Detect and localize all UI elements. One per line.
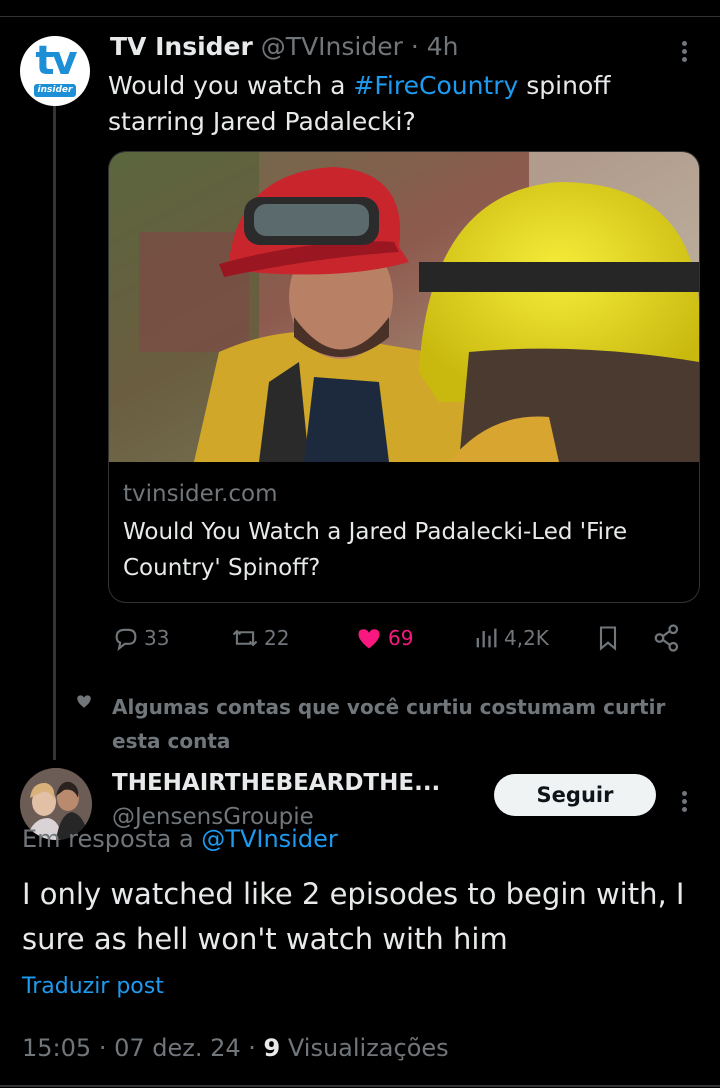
card-domain: tvinsider.com: [123, 481, 278, 507]
reply-count: 33: [144, 626, 170, 650]
reply-author-name[interactable]: THEHAIRTHEBEARDTHE...: [112, 766, 440, 800]
bookmark-icon: [599, 626, 617, 651]
thread-connector-line: [53, 100, 56, 760]
translate-post-link[interactable]: Traduzir post: [22, 970, 164, 1004]
repost-count: 22: [264, 626, 290, 650]
post-date[interactable]: 07 dez. 24: [114, 1034, 241, 1062]
like-count: 69: [388, 626, 414, 650]
avatar-logo-text: tv: [35, 38, 77, 84]
reply-button[interactable]: 33: [112, 620, 169, 656]
post-time[interactable]: 15:05: [22, 1034, 91, 1062]
firefighter-photo: [109, 152, 699, 462]
author-name[interactable]: TV Insider: [110, 32, 253, 61]
share-button[interactable]: [652, 620, 686, 656]
analytics-icon: [476, 628, 497, 648]
author-handle[interactable]: @TVInsider: [261, 32, 403, 61]
hashtag-link[interactable]: #FireCountry: [353, 71, 518, 100]
heart-small-icon: [77, 695, 91, 708]
top-divider: [0, 16, 720, 17]
views-button[interactable]: 4,2K: [472, 620, 549, 656]
reply-icon: [115, 628, 137, 652]
avatar-logo-subtext: insider: [34, 84, 76, 97]
original-more-options-icon[interactable]: [679, 38, 689, 65]
repost-icon: [232, 629, 258, 647]
reply-more-options-icon[interactable]: [679, 788, 689, 815]
follow-button[interactable]: Seguir: [494, 774, 656, 816]
share-icon: [654, 624, 679, 652]
like-button[interactable]: 69: [354, 620, 413, 656]
original-tweet-text: Would you watch a #FireCountry spinoff s…: [108, 68, 668, 140]
reply-text: I only watched like 2 episodes to begin …: [22, 877, 685, 956]
header-separator: ·: [402, 32, 427, 61]
repost-button[interactable]: 22: [230, 620, 289, 656]
card-image[interactable]: [109, 152, 699, 462]
replying-to-prefix: Em resposta a: [22, 825, 202, 853]
original-tweet-header: TV Insider @TVInsider · 4h: [110, 30, 459, 64]
tvinsider-avatar[interactable]: tv insider: [20, 36, 90, 106]
bookmark-button[interactable]: [594, 620, 626, 656]
bottom-divider: [0, 1085, 720, 1087]
tweet-action-bar: 33 22 69 4,2K: [108, 620, 698, 656]
post-timestamp: 15:05 · 07 dez. 24 · 9 Visualizações: [22, 1034, 449, 1062]
link-preview-card[interactable]: tvinsider.com Would You Watch a Jared Pa…: [108, 151, 700, 603]
card-title: Would You Watch a Jared Padalecki-Led 'F…: [123, 519, 628, 581]
liked-accounts-note: Algumas contas que você curtiu costumam …: [112, 695, 666, 753]
tweet-text-part: Would you watch a: [108, 71, 354, 100]
post-views-count: 9: [263, 1034, 281, 1062]
replying-to-link[interactable]: @TVInsider: [201, 825, 337, 853]
replying-to-line: Em resposta a @TVInsider: [22, 822, 338, 856]
views-count: 4,2K: [504, 626, 549, 650]
heart-filled-icon: [358, 629, 380, 649]
tweet-time-ago[interactable]: 4h: [427, 32, 459, 61]
post-views-label: Visualizações: [287, 1034, 449, 1062]
